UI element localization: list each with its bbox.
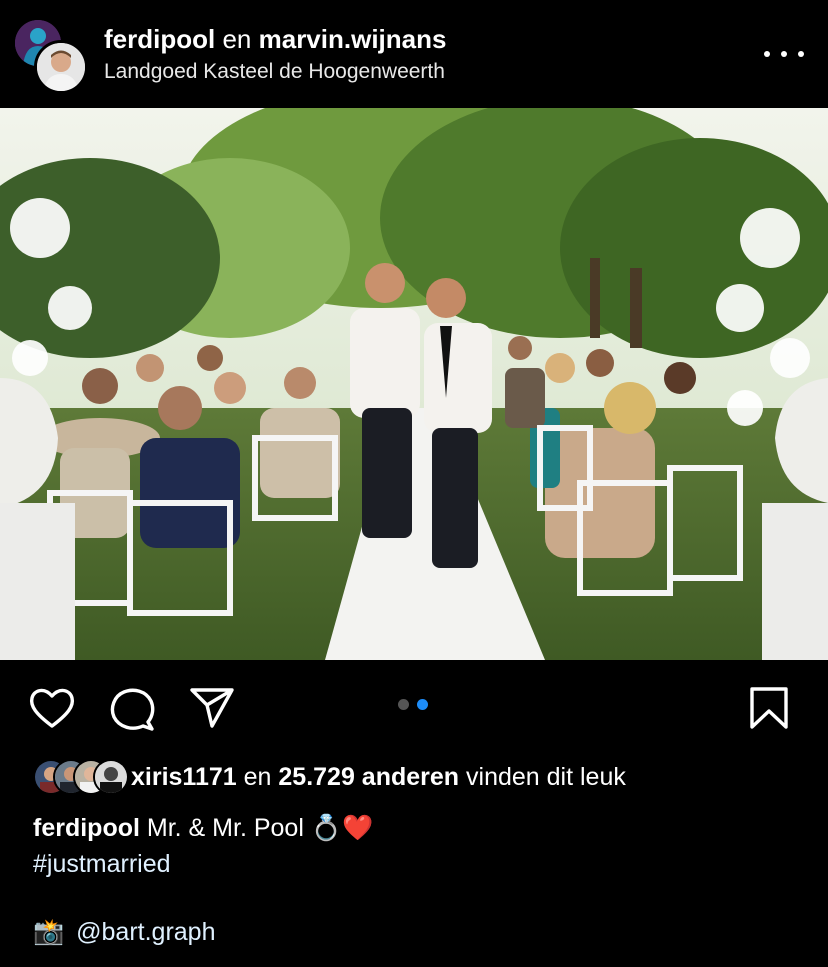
- caption-text: Mr. & Mr. Pool: [146, 814, 304, 842]
- likes-count[interactable]: 25.729 anderen: [278, 763, 459, 791]
- liker-username[interactable]: xiris1171: [131, 763, 237, 791]
- wedding-photo: [0, 108, 828, 660]
- post-location[interactable]: Landgoed Kasteel de Hoogenweerth: [104, 60, 445, 84]
- coauthor-username[interactable]: marvin.wijnans: [259, 24, 447, 54]
- caption-hashtag[interactable]: #justmarried: [33, 846, 813, 882]
- likes-row: xiris1171 en 25.729 anderen vinden dit l…: [0, 755, 828, 800]
- post-caption: ferdipool Mr. & Mr. Pool 💍❤️ #justmarrie…: [33, 810, 813, 882]
- heart-icon[interactable]: [28, 686, 76, 735]
- carousel-dot-2-active[interactable]: [417, 699, 428, 710]
- liker-avatar: [93, 759, 129, 795]
- camera-emoji-icon: 📸: [33, 918, 65, 946]
- carousel-indicator: [398, 699, 428, 710]
- comment-bubble-icon[interactable]: [108, 686, 156, 737]
- likes-joiner: en: [243, 763, 272, 791]
- post-photo[interactable]: [0, 108, 828, 660]
- author-username[interactable]: ferdipool: [104, 24, 215, 54]
- post-actions-bar: [0, 660, 828, 755]
- author-joiner: en: [222, 24, 252, 54]
- likes-suffix: vinden dit leuk: [466, 763, 626, 791]
- photographer-credit: 📸 @bart.graph: [33, 918, 215, 947]
- post-author-names: ferdipool en marvin.wijnans: [104, 24, 446, 55]
- paper-plane-icon[interactable]: [188, 686, 236, 735]
- photographer-mention[interactable]: @bart.graph: [76, 918, 215, 947]
- caption-username[interactable]: ferdipool: [33, 814, 140, 842]
- coauthor-avatar[interactable]: [34, 40, 88, 94]
- post-header: ferdipool en marvin.wijnans Landgoed Kas…: [0, 0, 828, 108]
- caption-emoji: 💍❤️: [310, 814, 374, 842]
- carousel-dot-1[interactable]: [398, 699, 409, 710]
- bookmark-icon[interactable]: [748, 686, 790, 735]
- liker-avatars[interactable]: [33, 759, 129, 795]
- likes-summary[interactable]: xiris1171 en 25.729 anderen vinden dit l…: [131, 763, 626, 792]
- more-options-icon[interactable]: [764, 40, 804, 68]
